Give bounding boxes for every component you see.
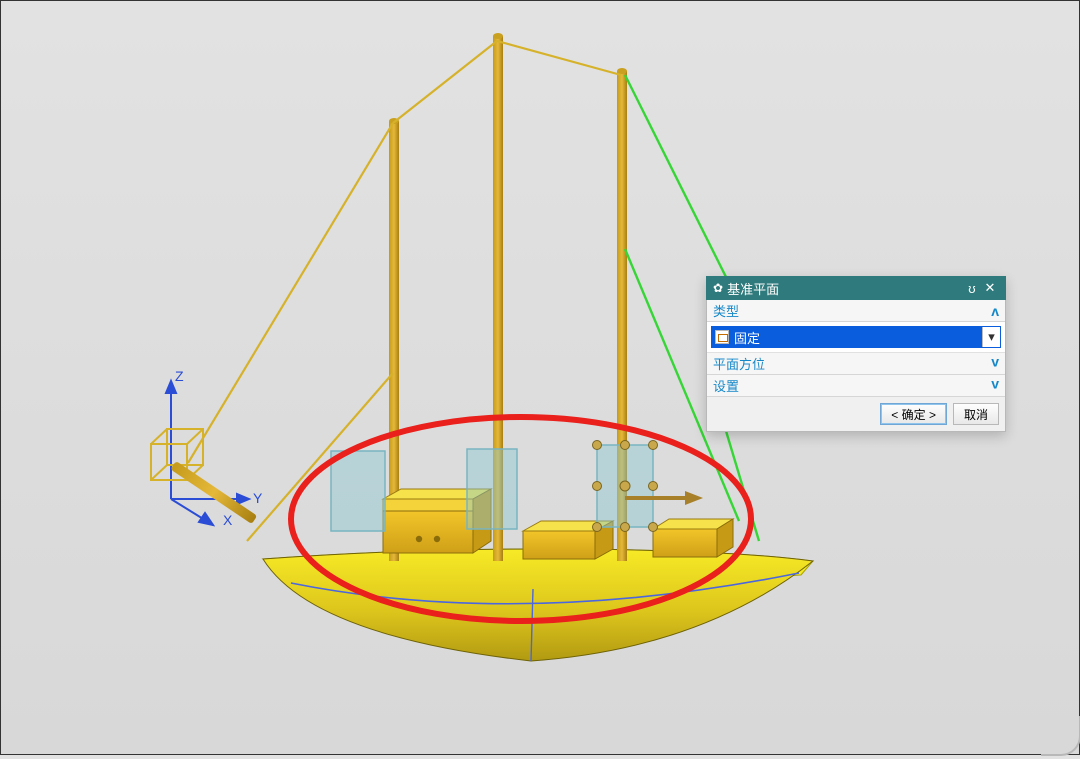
rigging-fore: [188, 41, 621, 541]
chevron-down-icon: ʌ: [991, 356, 999, 372]
type-select-value: 固定: [732, 327, 982, 347]
datum-plane-dialog[interactable]: ✿ 基准平面 ʊ ✕ 类型 ʌ 固定 ▾ 平面方位 ʌ 设置 ʌ < 确定 > …: [706, 276, 1006, 432]
datum-plane-2: [467, 449, 517, 529]
dialog-body: 类型 ʌ 固定 ▾ 平面方位 ʌ 设置 ʌ < 确定 > 取消: [706, 300, 1006, 432]
dialog-titlebar[interactable]: ✿ 基准平面 ʊ ✕: [706, 276, 1006, 300]
dialog-actions: < 确定 > 取消: [707, 397, 1005, 431]
dialog-title: 基准平面: [727, 279, 963, 298]
axis-x-label: X: [223, 512, 233, 528]
ok-button[interactable]: < 确定 >: [880, 403, 947, 425]
chevron-up-icon: ʌ: [991, 303, 999, 319]
type-select[interactable]: 固定 ▾: [711, 326, 1001, 348]
section-orientation-label: 平面方位: [713, 354, 991, 373]
section-orientation-header[interactable]: 平面方位 ʌ: [707, 353, 1005, 375]
gear-icon: ✿: [713, 281, 723, 295]
axis-y-label: Y: [253, 490, 263, 506]
reset-icon[interactable]: ʊ: [963, 281, 981, 296]
deck-box-3: [653, 519, 733, 557]
section-type-label: 类型: [713, 301, 991, 320]
chevron-down-icon[interactable]: ▾: [982, 327, 1000, 347]
section-type-content: 固定 ▾: [707, 322, 1005, 353]
cancel-button[interactable]: 取消: [953, 403, 999, 425]
chevron-down-icon: ʌ: [991, 378, 999, 394]
section-settings-label: 设置: [713, 376, 991, 395]
axis-z-label: Z: [175, 368, 184, 384]
type-select-icon: [712, 327, 732, 347]
close-icon[interactable]: ✕: [981, 280, 999, 296]
section-type-header[interactable]: 类型 ʌ: [707, 300, 1005, 322]
section-settings-header[interactable]: 设置 ʌ: [707, 375, 1005, 397]
datum-plane-1: [331, 451, 385, 531]
